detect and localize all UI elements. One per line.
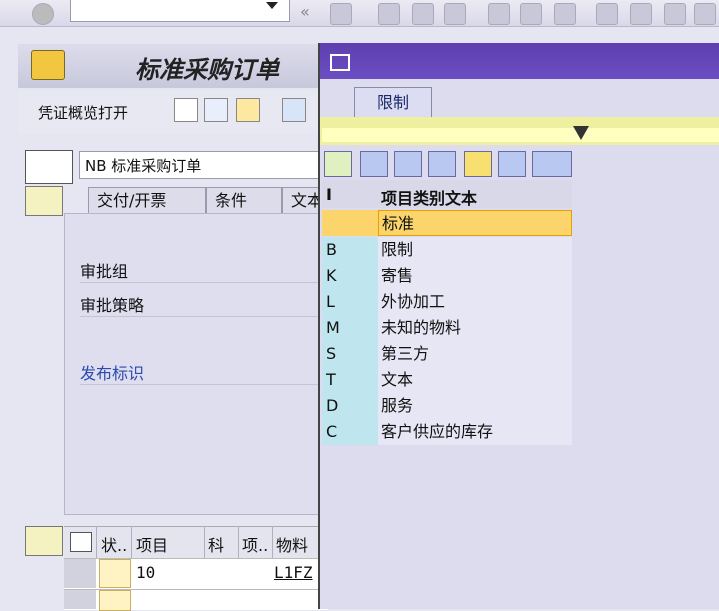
dialog-menu-icon[interactable] [330, 54, 350, 71]
approval-group-label: 审批组 [80, 262, 129, 281]
print-icon[interactable] [532, 151, 572, 177]
tab-delivery-invoice[interactable]: 交付/开票 [88, 187, 206, 214]
dialog-title-bar[interactable] [320, 43, 719, 79]
column-code[interactable]: I [326, 185, 332, 204]
item-code [322, 210, 378, 236]
double-chevron-left-icon[interactable]: « [300, 2, 310, 21]
save-icon[interactable] [330, 3, 352, 25]
item-code: B [322, 237, 378, 263]
item-text: 限制 [378, 237, 572, 263]
header-tree-icon[interactable] [25, 186, 63, 216]
list-item[interactable]: D 服务 [322, 393, 572, 419]
release-indicator-label: 发布标识 [80, 364, 145, 383]
item-text: 服务 [378, 393, 572, 419]
table-settings-icon[interactable] [70, 532, 92, 552]
column-status[interactable]: 状.. [101, 532, 127, 556]
item-code: K [322, 263, 378, 289]
shopping-cart-icon[interactable] [25, 150, 73, 184]
list-item[interactable]: M 未知的物料 [322, 315, 572, 341]
item-text: 客户供应的库存 [378, 419, 572, 445]
status-cell[interactable] [99, 559, 131, 588]
new-document-icon[interactable] [174, 98, 198, 122]
item-text: 文本 [378, 367, 572, 393]
column-account[interactable]: 科 [208, 532, 224, 556]
find-icon[interactable] [394, 151, 422, 177]
filter-icon[interactable] [573, 126, 589, 140]
list-item[interactable]: K 寄售 [322, 263, 572, 289]
divider [80, 316, 328, 317]
transaction-icon[interactable] [31, 50, 65, 80]
cancel-icon[interactable] [360, 151, 388, 177]
favorite-add-icon[interactable] [464, 151, 492, 177]
prev-page-icon[interactable] [630, 3, 652, 25]
check-icon[interactable] [32, 3, 54, 25]
system-toolbar: « [0, 0, 719, 27]
cancel-icon[interactable] [444, 3, 466, 25]
status-cell[interactable] [99, 590, 131, 611]
exit-icon[interactable] [412, 3, 434, 25]
divider [80, 384, 328, 385]
help-icon[interactable] [498, 151, 526, 177]
row-selector[interactable] [64, 559, 96, 588]
back-icon[interactable] [378, 3, 400, 25]
other-document-icon[interactable] [236, 98, 260, 122]
check-icon[interactable] [324, 151, 352, 177]
print-preview-icon[interactable] [282, 98, 306, 122]
column-item[interactable]: 项目 [136, 532, 168, 556]
tab-conditions[interactable]: 条件 [206, 187, 282, 214]
item-number[interactable]: 10 [136, 563, 155, 582]
last-page-icon[interactable] [694, 3, 716, 25]
find-next-icon[interactable] [428, 151, 456, 177]
divider [80, 282, 328, 283]
item-text: 标准 [378, 210, 572, 236]
item-code: S [322, 341, 378, 367]
print-icon[interactable] [488, 3, 510, 25]
item-code: D [322, 393, 378, 419]
next-page-icon[interactable] [664, 3, 686, 25]
material-number[interactable]: L1FZ [274, 563, 318, 582]
filter-input[interactable] [322, 128, 719, 142]
tab-restrictions[interactable]: 限制 [354, 87, 432, 118]
column-item-category[interactable]: 项.. [242, 532, 268, 556]
document-type-value: NB 标准采购订单 [85, 157, 202, 175]
approval-strategy-label: 审批策略 [80, 296, 145, 315]
command-field[interactable] [70, 0, 290, 22]
find-icon[interactable] [520, 3, 542, 25]
item-text: 未知的物料 [378, 315, 572, 341]
column-text[interactable]: 项目类别文本 [381, 185, 477, 209]
list-item[interactable]: L 外协加工 [322, 289, 572, 315]
item-text: 寄售 [378, 263, 572, 289]
list-item[interactable]: S 第三方 [322, 341, 572, 367]
find-next-icon[interactable] [554, 3, 576, 25]
first-page-icon[interactable] [596, 3, 618, 25]
item-code: C [322, 419, 378, 445]
document-overview-button[interactable]: 凭证概览打开 [38, 102, 128, 123]
item-code: L [322, 289, 378, 315]
list-item[interactable]: 标准 [322, 210, 572, 236]
item-text: 第三方 [378, 341, 572, 367]
item-code: M [322, 315, 378, 341]
item-text: 外协加工 [378, 289, 572, 315]
row-selector[interactable] [64, 590, 96, 609]
item-code: T [322, 367, 378, 393]
column-material[interactable]: 物料 [276, 532, 308, 556]
list-item[interactable]: T 文本 [322, 367, 572, 393]
display-change-icon[interactable] [204, 98, 228, 122]
item-tree-icon[interactable] [25, 526, 63, 556]
page-title: 标准采购订单 [135, 55, 279, 84]
chevron-down-icon[interactable] [266, 2, 278, 9]
list-item[interactable]: B 限制 [322, 237, 572, 263]
list-item[interactable]: C 客户供应的库存 [322, 419, 572, 445]
